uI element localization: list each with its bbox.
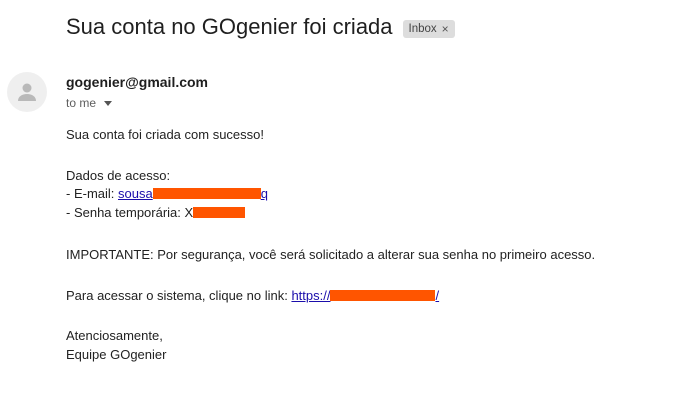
closing-text: Atenciosamente, <box>66 328 163 343</box>
inbox-label-chip[interactable]: Inbox × <box>402 20 455 38</box>
email-link-text: sousa <box>118 186 153 201</box>
password-text: X <box>184 204 194 220</box>
success-message: Sua conta foi criada com sucesso! <box>66 127 264 142</box>
person-icon <box>18 83 36 101</box>
important-notice: IMPORTANTE: Por segurança, você será sol… <box>66 247 596 262</box>
email-prefix: - E-mail: <box>66 186 118 201</box>
system-link-tail: / <box>435 287 440 303</box>
email-link[interactable]: sousa q <box>118 186 268 201</box>
email-subject: Sua conta no GOgenier foi criada <box>66 14 393 39</box>
system-link[interactable]: https:// / <box>291 288 439 303</box>
remove-label-button[interactable]: × <box>442 22 449 36</box>
access-heading: Dados de acesso: <box>66 167 171 183</box>
redaction-block <box>330 289 436 301</box>
redaction-block <box>193 206 246 218</box>
inbox-label-text: Inbox <box>408 23 437 35</box>
email-header: Sua conta no GOgenier foi criada Inbox × <box>66 14 455 40</box>
avatar[interactable] <box>7 72 47 112</box>
access-prefix: Para acessar o sistema, clique no link: <box>66 287 292 303</box>
redaction-block <box>152 188 261 199</box>
access-line: Para acessar o sistema, clique no link: … <box>66 287 666 306</box>
password-prefix: - Senha temporária: <box>66 204 185 220</box>
password-line: - Senha temporária: X <box>66 204 666 223</box>
signature: Equipe GOgenier <box>66 346 167 362</box>
sender-address[interactable]: gogenier@gmail.com <box>66 74 208 90</box>
system-link-text: https:// <box>291 287 331 303</box>
email-line: - E-mail: sousa q <box>66 185 666 204</box>
recipient-details-toggle[interactable]: to me <box>66 96 113 110</box>
recipient-label: to me <box>66 96 97 110</box>
email-body: Sua conta foi criada com sucesso! Dados … <box>66 126 666 364</box>
chevron-down-icon <box>104 100 113 106</box>
